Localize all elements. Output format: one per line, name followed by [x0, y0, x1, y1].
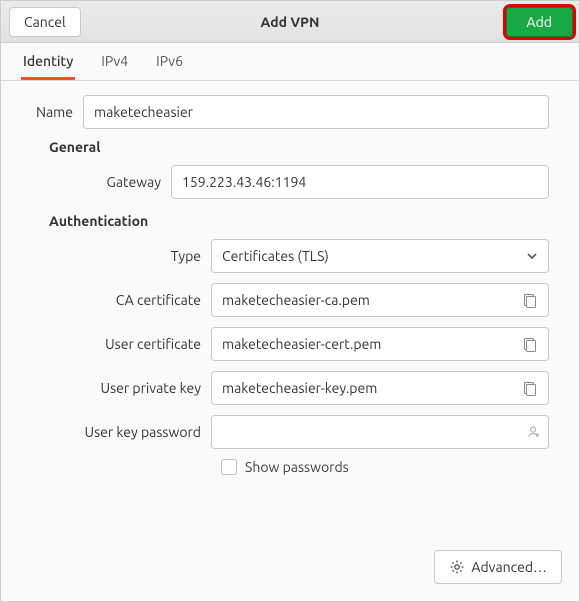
name-input[interactable]	[83, 95, 549, 129]
name-row: Name	[31, 95, 549, 129]
user-cert-row: User certificate maketecheasier-cert.pem	[31, 327, 549, 361]
titlebar: Cancel Add VPN Add	[1, 1, 579, 43]
ca-cert-label: CA certificate	[71, 292, 201, 308]
tab-ipv4[interactable]: IPv4	[99, 43, 130, 80]
identity-pane: Name General Gateway Authentication Type…	[1, 81, 579, 479]
gateway-label: Gateway	[71, 174, 161, 190]
password-store-icon[interactable]	[525, 424, 541, 440]
gear-icon	[449, 559, 465, 575]
ca-cert-chooser[interactable]: maketecheasier-ca.pem	[211, 283, 549, 317]
tab-identity[interactable]: Identity	[21, 43, 75, 80]
type-value: Certificates (TLS)	[222, 248, 329, 264]
user-key-label: User private key	[71, 380, 201, 396]
type-select[interactable]: Certificates (TLS)	[211, 239, 549, 273]
type-row: Type Certificates (TLS)	[31, 239, 549, 273]
advanced-label: Advanced…	[471, 559, 547, 575]
cancel-button[interactable]: Cancel	[9, 7, 81, 37]
user-key-password-label: User key password	[71, 424, 201, 440]
ca-cert-value: maketecheasier-ca.pem	[222, 292, 370, 308]
advanced-button[interactable]: Advanced…	[434, 550, 562, 584]
folder-icon	[522, 336, 538, 352]
show-passwords-label: Show passwords	[245, 459, 349, 475]
show-passwords-checkbox[interactable]	[221, 459, 237, 475]
ca-cert-row: CA certificate maketecheasier-ca.pem	[31, 283, 549, 317]
name-label: Name	[31, 104, 73, 120]
user-key-password-row: User key password	[31, 415, 549, 449]
footer: Advanced…	[434, 550, 562, 584]
gateway-row: Gateway	[31, 165, 549, 199]
user-cert-chooser[interactable]: maketecheasier-cert.pem	[211, 327, 549, 361]
add-button[interactable]: Add	[506, 7, 573, 37]
user-key-chooser[interactable]: maketecheasier-key.pem	[211, 371, 549, 405]
user-cert-label: User certificate	[71, 336, 201, 352]
tab-bar: Identity IPv4 IPv6	[1, 43, 579, 81]
gateway-input[interactable]	[171, 165, 549, 199]
show-passwords-row: Show passwords	[221, 459, 549, 475]
folder-icon	[522, 292, 538, 308]
general-heading: General	[49, 139, 549, 155]
user-key-value: maketecheasier-key.pem	[222, 380, 377, 396]
authentication-heading: Authentication	[49, 213, 549, 229]
type-label: Type	[71, 248, 201, 264]
user-key-row: User private key maketecheasier-key.pem	[31, 371, 549, 405]
dialog-title: Add VPN	[1, 14, 579, 30]
folder-icon	[522, 380, 538, 396]
tab-ipv6[interactable]: IPv6	[154, 43, 185, 80]
user-key-password-input[interactable]	[211, 415, 549, 449]
user-cert-value: maketecheasier-cert.pem	[222, 336, 381, 352]
chevron-down-icon	[526, 250, 538, 262]
